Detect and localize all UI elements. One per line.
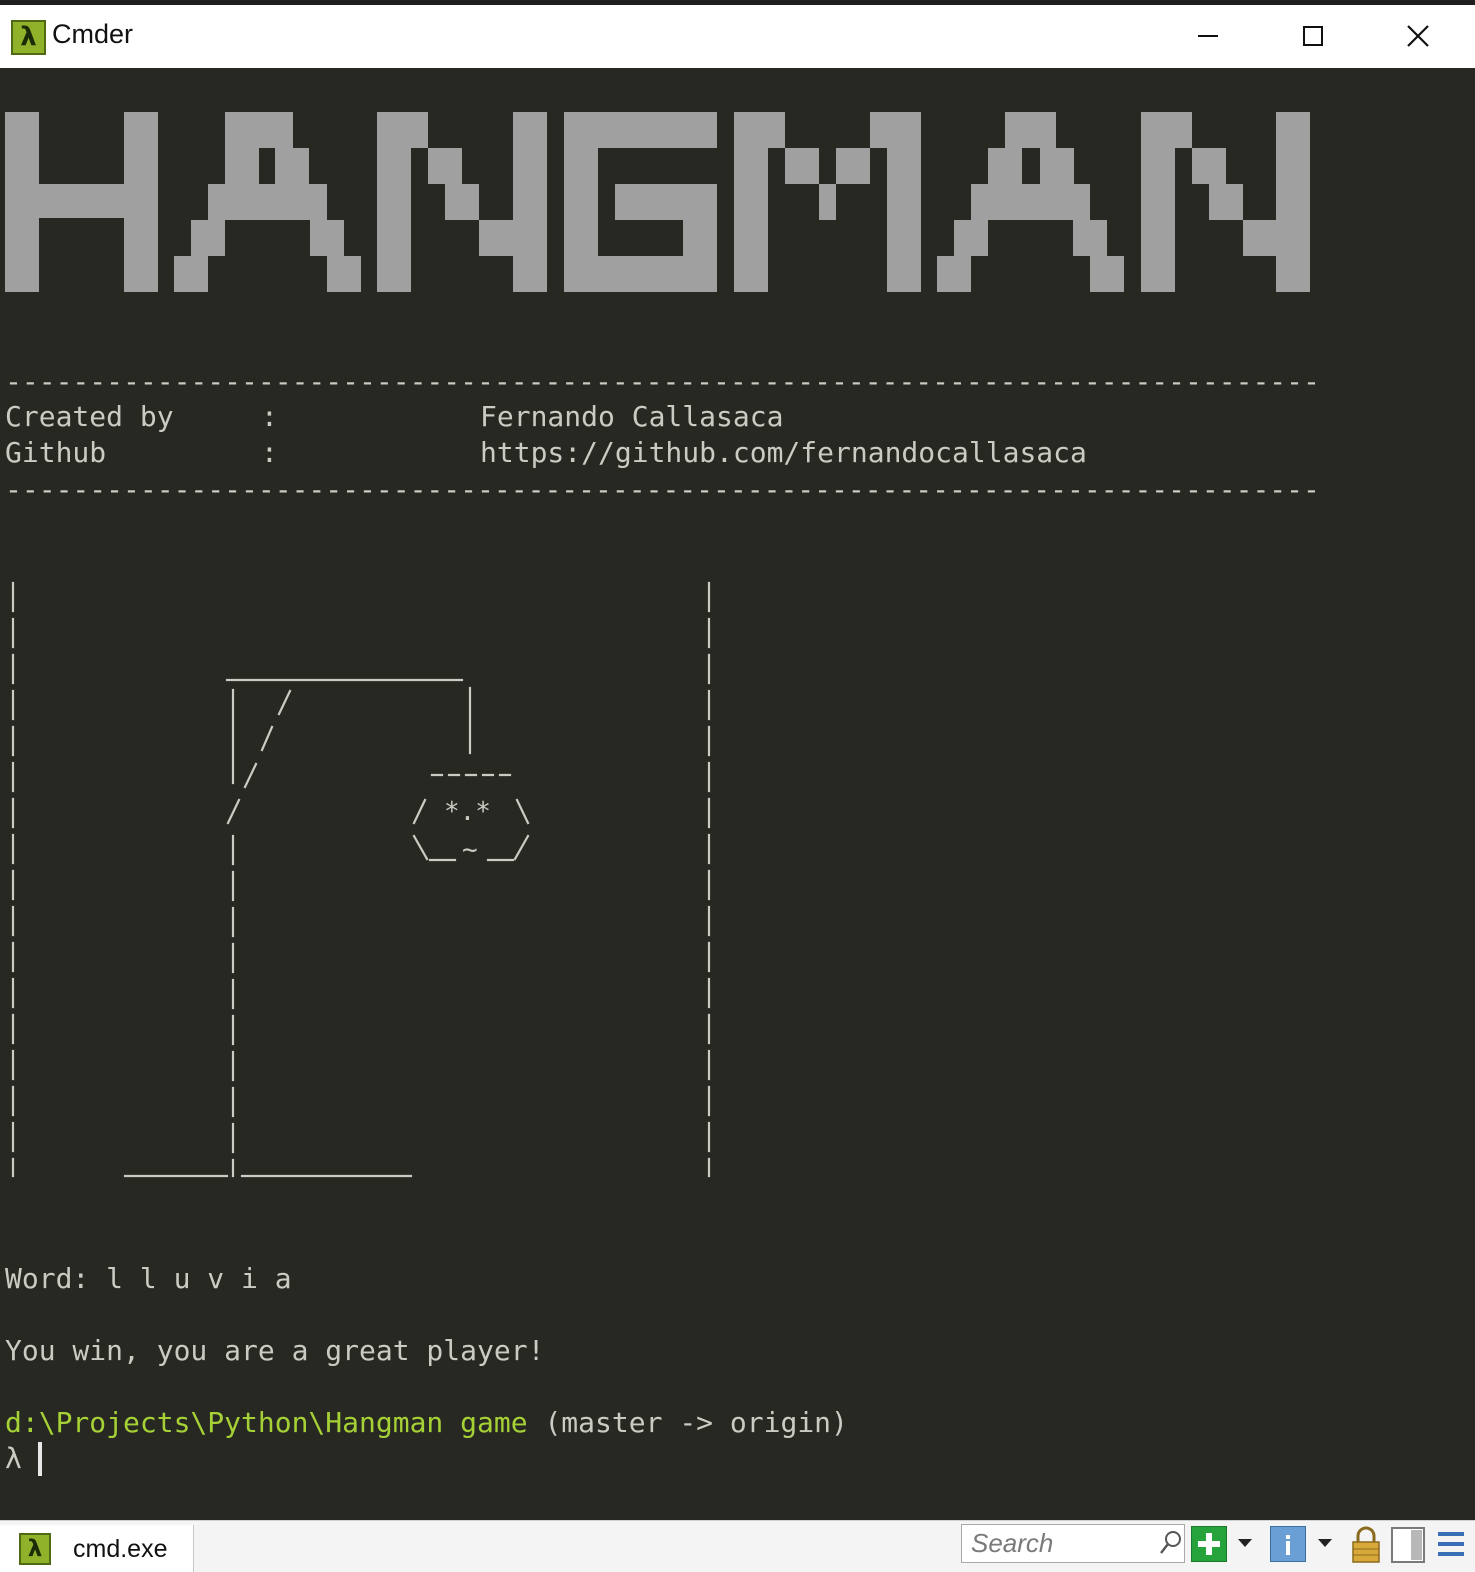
status-bar: λ cmd.exe Search <box>0 1520 1475 1572</box>
prompt-path: d:\Projects\Python\Hangman game <box>5 1406 528 1439</box>
hangman-gallows-drawing: *.* ~ <box>11 581 711 1178</box>
credit-label: Github <box>5 436 107 469</box>
minimize-icon <box>1198 35 1218 37</box>
search-input[interactable]: Search <box>961 1524 1185 1563</box>
credit-colon: : <box>261 436 278 469</box>
credit-row-author: Created by: Fernando Callasaca <box>5 399 783 435</box>
close-button[interactable] <box>1365 5 1470 68</box>
result-message: You win, you are a great player! <box>5 1334 545 1367</box>
console-area[interactable]: ----------------------------------------… <box>0 68 1475 1520</box>
word-line: Word: l l u v i a <box>5 1261 292 1297</box>
git-branch: (master -> origin) <box>544 1406 848 1439</box>
word-letters: l l u v i a <box>106 1262 292 1295</box>
tab-label: cmd.exe <box>73 1535 168 1563</box>
console-tab[interactable]: λ cmd.exe <box>0 1525 194 1572</box>
split-view-icon[interactable] <box>1390 1526 1426 1564</box>
credit-value: Fernando Callasaca <box>480 400 784 433</box>
text-cursor <box>38 1442 42 1476</box>
lock-icon[interactable] <box>1349 1526 1383 1564</box>
separator-top: ----------------------------------------… <box>5 365 1320 398</box>
prompt-line: d:\Projects\Python\Hangman game (master … <box>5 1405 848 1441</box>
close-icon <box>1407 25 1429 47</box>
credit-row-github: Github: https://github.com/fernandocallas… <box>5 435 1087 471</box>
word-label: Word: <box>5 1262 90 1295</box>
new-console-button[interactable] <box>1191 1526 1227 1562</box>
info-button[interactable] <box>1270 1526 1306 1562</box>
maximize-button[interactable] <box>1260 5 1365 68</box>
search-icon[interactable] <box>1158 1529 1184 1557</box>
prompt-symbol: λ <box>5 1442 22 1475</box>
svg-text:*.*: *.* <box>444 797 491 827</box>
minimize-button[interactable] <box>1155 5 1260 68</box>
info-dropdown-icon[interactable] <box>1318 1539 1332 1547</box>
svg-text:~: ~ <box>462 835 478 865</box>
title-bar[interactable]: λ Cmder <box>0 5 1475 68</box>
credit-colon: : <box>261 400 278 433</box>
hangman-banner-logo <box>5 112 1310 292</box>
lambda-icon: λ <box>19 1533 51 1565</box>
plus-icon <box>1198 1533 1220 1555</box>
menu-icon[interactable] <box>1436 1526 1466 1562</box>
new-console-dropdown-icon[interactable] <box>1238 1539 1252 1547</box>
github-link[interactable]: https://github.com/fernandocallasaca <box>480 435 1087 471</box>
info-icon <box>1286 1535 1290 1555</box>
separator-bottom: ----------------------------------------… <box>5 473 1320 506</box>
lambda-icon[interactable]: λ <box>11 20 46 55</box>
window-title: Cmder <box>52 19 134 49</box>
maximize-icon <box>1303 26 1323 46</box>
credit-label: Created by <box>5 400 174 433</box>
